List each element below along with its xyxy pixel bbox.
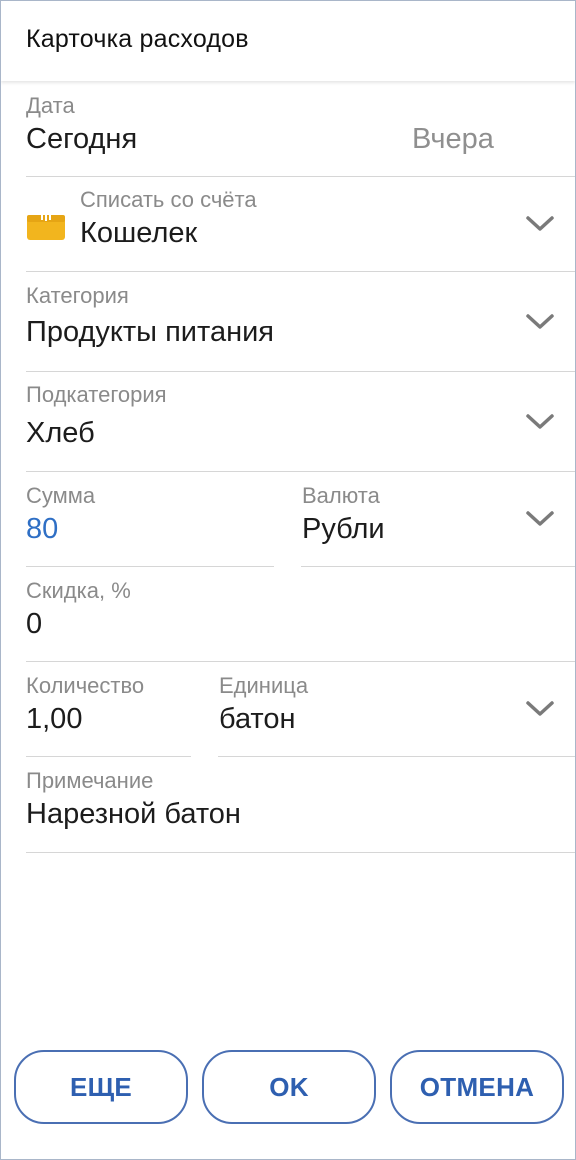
currency-value: Рубли: [302, 513, 385, 545]
unit-label: Единица: [219, 673, 309, 698]
subcategory-chevron-down-icon[interactable]: [525, 412, 555, 432]
expense-card-dialog: Карточка расходов Дата Сегодня Вчера Спи…: [0, 0, 576, 1160]
quantity-label: Количество: [26, 673, 145, 698]
account-value: Кошелек: [80, 217, 198, 249]
quantity-value: 1,00: [26, 703, 83, 735]
amount-label: Сумма: [26, 483, 96, 508]
discount-value: 0: [26, 608, 43, 640]
unit-value: батон: [219, 703, 296, 735]
dialog-title: Карточка расходов: [26, 25, 249, 53]
account-chevron-down-icon[interactable]: [525, 214, 555, 234]
amount-value: 80: [26, 513, 59, 545]
dialog-header: Карточка расходов: [1, 1, 575, 81]
subcategory-label: Подкатегория: [26, 382, 167, 407]
currency-chevron-down-icon[interactable]: [525, 509, 555, 529]
ok-button[interactable]: OK: [202, 1050, 376, 1124]
account-label: Списать со счёта: [80, 187, 257, 212]
wallet-icon: [26, 211, 66, 241]
note-value: Нарезной батон: [26, 798, 241, 830]
date-label: Дата: [26, 93, 75, 118]
subcategory-value: Хлеб: [26, 417, 95, 449]
cancel-button[interactable]: ОТМЕНА: [390, 1050, 564, 1124]
category-label: Категория: [26, 283, 129, 308]
category-chevron-down-icon[interactable]: [525, 312, 555, 332]
more-button[interactable]: ЕЩЕ: [14, 1050, 188, 1124]
category-value: Продукты питания: [26, 316, 274, 348]
discount-label: Скидка, %: [26, 578, 131, 603]
date-yesterday-option[interactable]: Вчера: [412, 123, 494, 156]
date-today-option[interactable]: Сегодня: [26, 123, 137, 156]
note-label: Примечание: [26, 768, 154, 793]
unit-chevron-down-icon[interactable]: [525, 699, 555, 719]
currency-label: Валюта: [302, 483, 380, 508]
note-divider: [26, 852, 575, 853]
